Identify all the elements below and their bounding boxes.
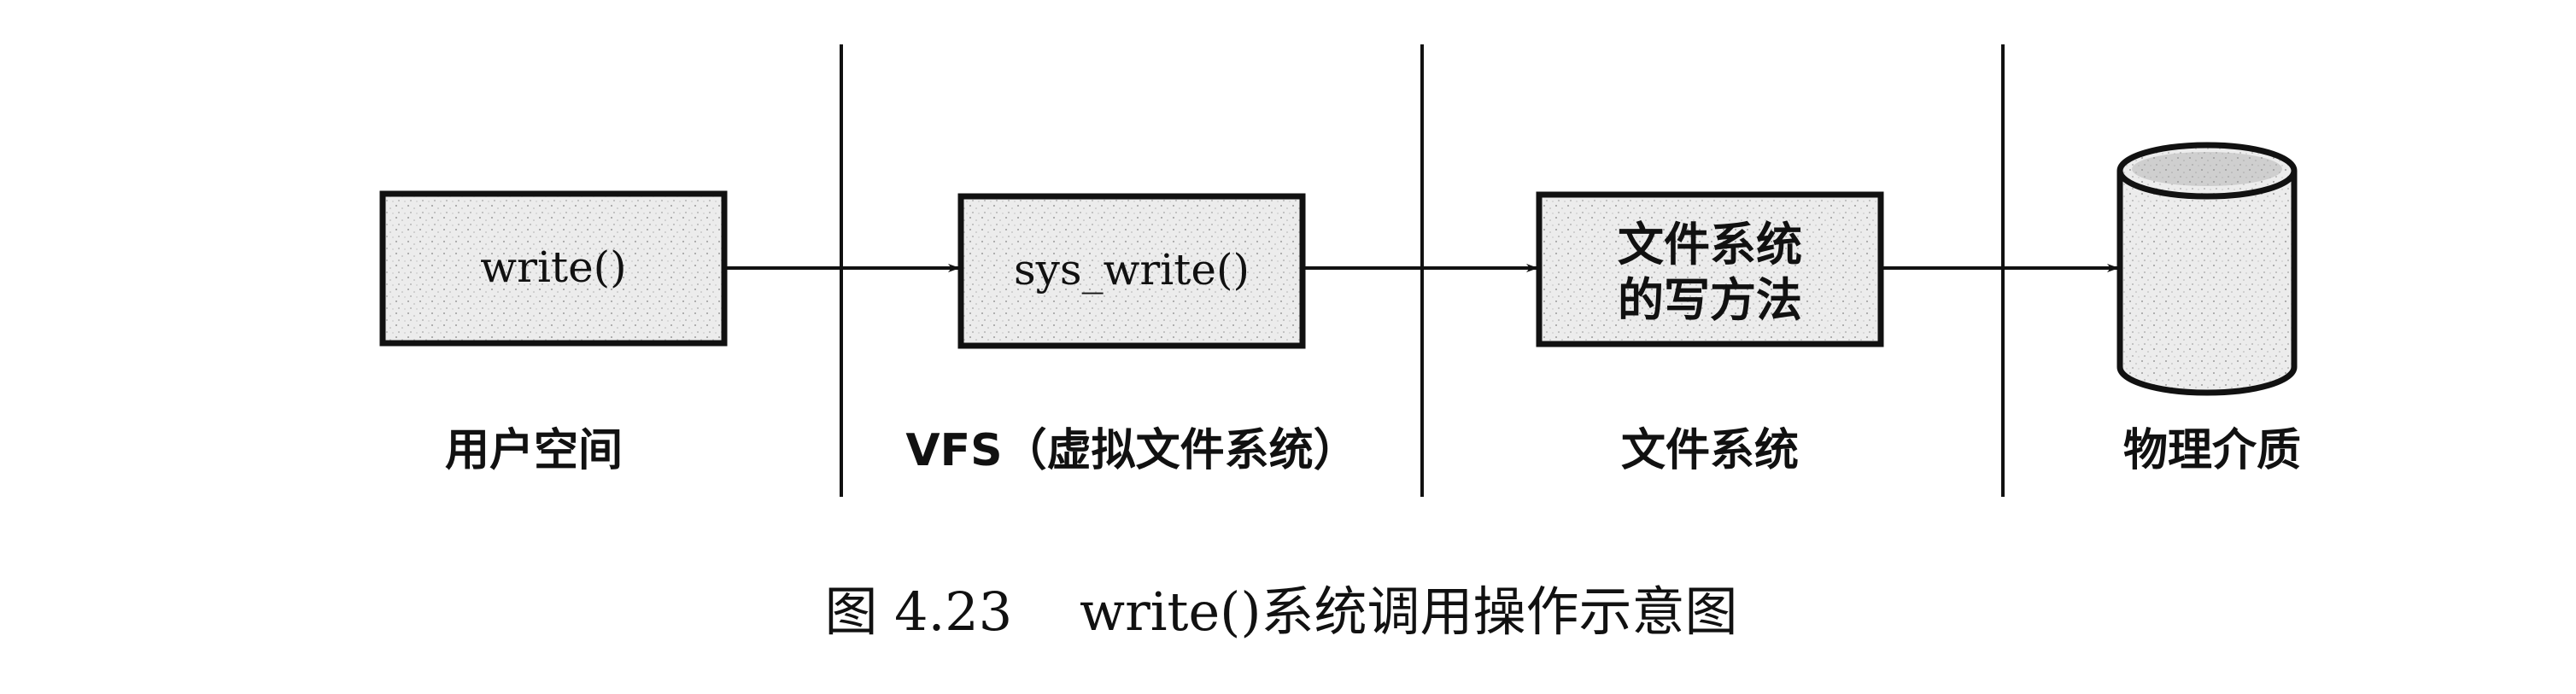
storage-cylinder xyxy=(2116,142,2298,396)
sys-write-box: sys_write() xyxy=(957,193,1306,349)
fs-write-method-line1: 文件系统 xyxy=(1618,218,1802,271)
fs-write-method-line2: 的写方法 xyxy=(1618,273,1802,327)
write-box-label: write() xyxy=(480,242,626,292)
region-label-filesystem: 文件系统 xyxy=(1621,425,1799,476)
diagram-canvas: write() sys_write() 文件系统 的写方法 用户空间 VFS（虚… xyxy=(379,44,2301,643)
fs-write-method-box: 文件系统 的写方法 xyxy=(1536,191,1884,347)
figure-caption: 图 4.23 write()系统调用操作示意图 xyxy=(824,580,1737,643)
region-label-user-space: 用户空间 xyxy=(445,425,623,476)
region-label-vfs: VFS（虚拟文件系统） xyxy=(905,425,1357,476)
sys-write-box-label: sys_write() xyxy=(1014,245,1250,295)
region-label-physical-media: 物理介质 xyxy=(2123,425,2301,476)
write-box: write() xyxy=(379,190,728,347)
